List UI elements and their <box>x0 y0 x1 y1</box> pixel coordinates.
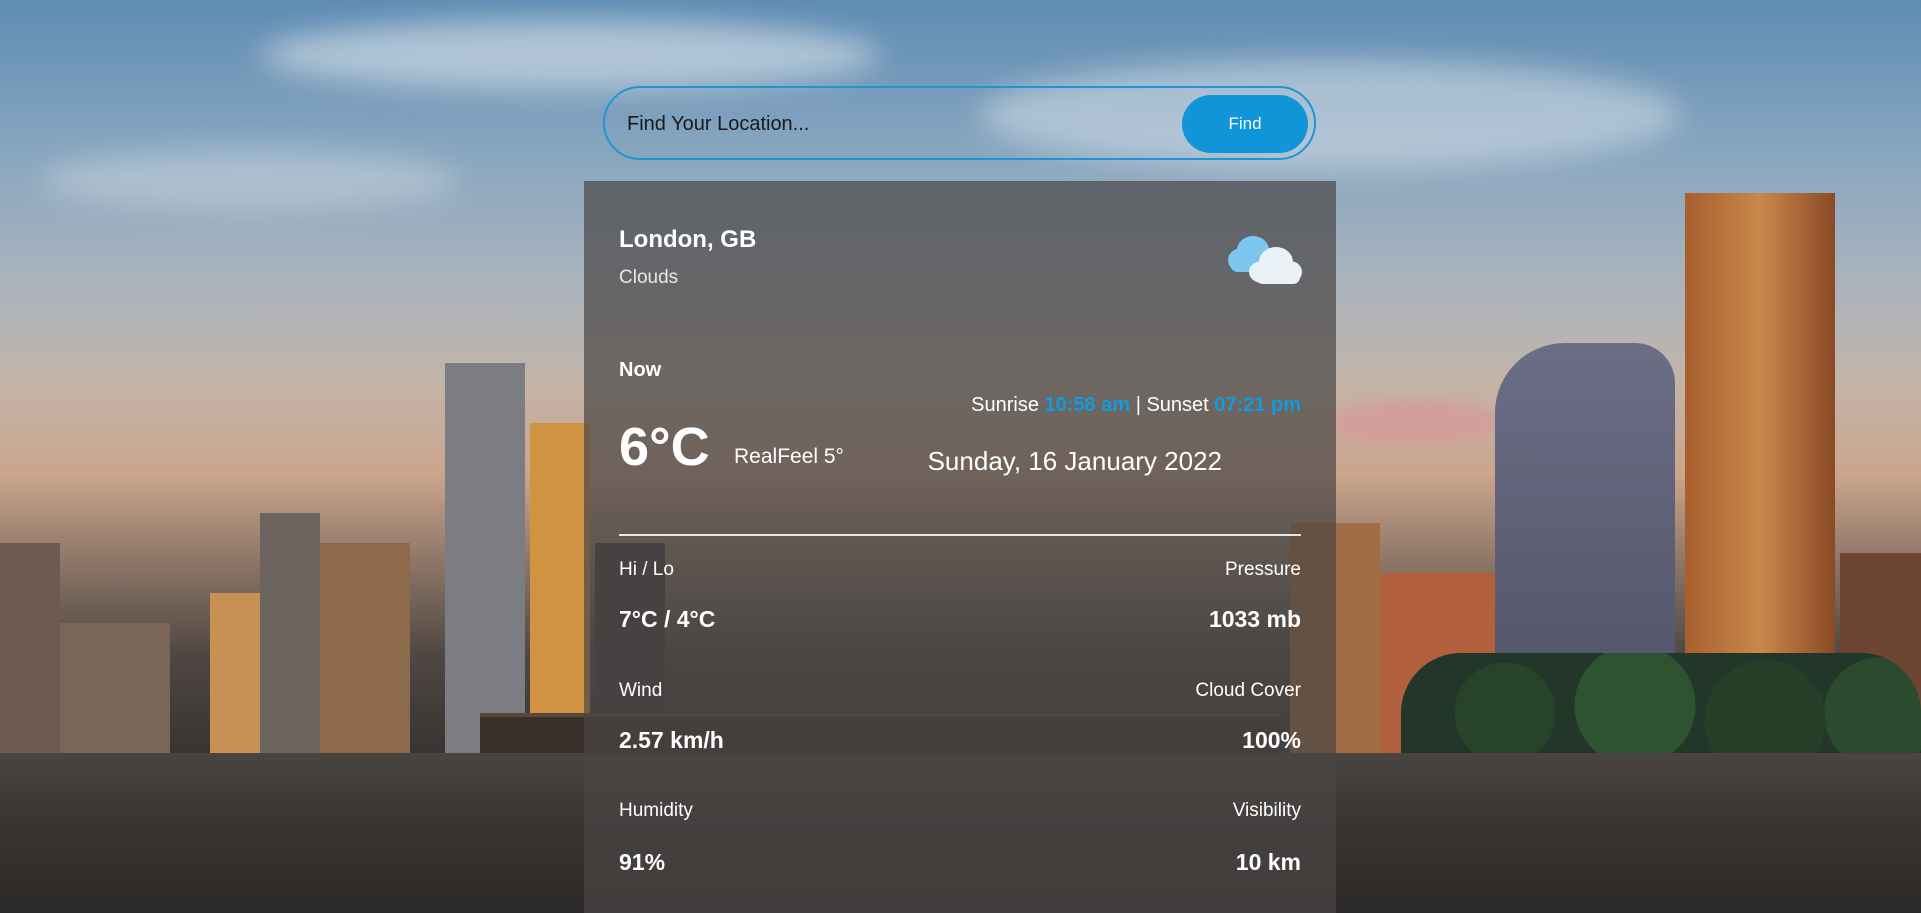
location-name: London, GB <box>619 226 757 253</box>
sunset-time: 07:21 pm <box>1214 394 1301 416</box>
weather-panel: London, GB Clouds Now 6°C RealFeel 5° Su… <box>584 181 1336 913</box>
sunrise-time: 10:58 am <box>1044 394 1131 416</box>
current-date: Sunday, 16 January 2022 <box>927 446 1222 476</box>
hilo-label: Hi / Lo <box>619 559 674 580</box>
find-button[interactable]: Find <box>1182 95 1308 153</box>
humidity-label: Humidity <box>619 800 693 821</box>
realfeel-value: RealFeel 5° <box>734 445 844 468</box>
pressure-value: 1033 mb <box>1208 606 1301 632</box>
wind-value: 2.57 km/h <box>619 727 724 753</box>
sun-times: Sunrise 10:58 am | Sunset 07:21 pm <box>971 394 1301 417</box>
current-temperature: 6°C <box>619 417 710 477</box>
pressure-label: Pressure <box>1224 559 1301 580</box>
now-label: Now <box>619 359 662 381</box>
sunset-label: Sunset <box>1146 394 1209 416</box>
hilo-value: 7°C / 4°C <box>619 606 716 632</box>
visibility-value: 10 km <box>1235 849 1301 875</box>
humidity-value: 91% <box>619 849 666 875</box>
cloud-cover-value: 100% <box>1242 727 1301 753</box>
weather-condition: Clouds <box>619 267 679 288</box>
sun-separator: | <box>1135 394 1141 416</box>
wind-label: Wind <box>619 680 663 701</box>
cloud-icon <box>1228 236 1302 284</box>
visibility-label: Visibility <box>1232 800 1301 821</box>
divider <box>619 534 1301 536</box>
location-search-input[interactable] <box>625 102 1169 146</box>
search-bar: Find <box>603 86 1316 160</box>
cloud-cover-label: Cloud Cover <box>1195 680 1301 701</box>
sunrise-label: Sunrise <box>971 394 1039 416</box>
